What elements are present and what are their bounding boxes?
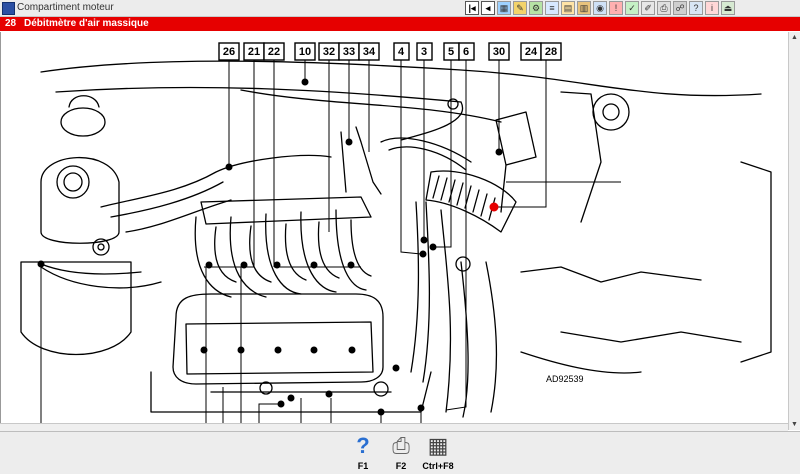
exit-icon[interactable]: ⏏: [721, 1, 735, 15]
list-icon[interactable]: ≡: [545, 1, 559, 15]
f2-label: F2: [395, 461, 407, 471]
tools-icon[interactable]: ✎: [513, 1, 527, 15]
scroll-down-icon[interactable]: ▼: [790, 420, 799, 429]
section-header: 28 Débitmètre d'air massique: [0, 17, 800, 31]
edit-icon[interactable]: ✐: [641, 1, 655, 15]
section-number: 28: [5, 18, 17, 29]
callout-label: 28: [545, 46, 557, 58]
window-titlebar: Compartiment moteur |◂ ◂ ▦ ✎ ⚙ ≡ ▤ ▥ ◉ !…: [0, 0, 800, 17]
mass-airflow-sensor-marker: [489, 202, 499, 212]
callout-label: 22: [268, 46, 280, 58]
warning-icon[interactable]: !: [609, 1, 623, 15]
app-icon: [2, 2, 15, 15]
callout-label: 34: [363, 46, 376, 58]
engine-drawing: 26 21 22 10 32 33 34 4 3 5 6 30 24 28 AD…: [20, 42, 772, 430]
back-icon[interactable]: ◂: [481, 1, 495, 15]
callout-label: 33: [343, 46, 355, 58]
image-icon[interactable]: ▦: [497, 1, 511, 15]
f1-help-button[interactable]: ? F1: [343, 434, 383, 472]
callout-label: 4: [398, 46, 405, 58]
previous-icon[interactable]: |◂: [465, 1, 479, 15]
print-icon[interactable]: ⎙: [657, 1, 671, 15]
diagram-reference-code: AD92539: [546, 374, 584, 384]
settings-icon[interactable]: ⚙: [529, 1, 543, 15]
table-icon: ▦: [427, 433, 449, 458]
callout-label: 32: [323, 46, 335, 58]
callout-label: 10: [299, 46, 311, 58]
engine-diagram: 26 21 22 10 32 33 34 4 3 5 6 30 24 28 AD…: [0, 32, 789, 430]
f1-label: F1: [357, 461, 369, 471]
callout-label: 26: [223, 46, 235, 58]
function-key-bar: ? F1 ⎙ F2 ▦ Ctrl+F8: [0, 431, 800, 474]
help-icon[interactable]: ?: [689, 1, 703, 15]
network-icon[interactable]: ☍: [673, 1, 687, 15]
callout-label: 24: [525, 46, 538, 58]
document-icon[interactable]: ▤: [561, 1, 575, 15]
help-question-icon: ?: [356, 433, 370, 458]
ctrl-f8-label: Ctrl+F8: [422, 461, 454, 471]
camera-icon[interactable]: ◉: [593, 1, 607, 15]
callout-label: 30: [493, 46, 505, 58]
ctrl-f8-button[interactable]: ▦ Ctrl+F8: [418, 434, 458, 472]
callout-label: 5: [448, 46, 454, 58]
callout-label: 3: [421, 46, 427, 58]
printer-icon: ⎙: [392, 433, 410, 458]
callout-label: 21: [248, 46, 260, 58]
f2-print-button[interactable]: ⎙ F2: [381, 434, 421, 472]
info-icon[interactable]: i: [705, 1, 719, 15]
callout-label: 6: [463, 46, 469, 58]
data-icon[interactable]: ▥: [577, 1, 591, 15]
vertical-scrollbar[interactable]: ▲ ▼: [788, 32, 800, 430]
section-title: Débitmètre d'air massique: [24, 18, 149, 29]
check-icon[interactable]: ✓: [625, 1, 639, 15]
toolbar: |◂ ◂ ▦ ✎ ⚙ ≡ ▤ ▥ ◉ ! ✓ ✐ ⎙ ☍ ? i ⏏: [465, 0, 735, 16]
window-title: Compartiment moteur: [17, 2, 114, 13]
scroll-up-icon[interactable]: ▲: [790, 33, 799, 42]
